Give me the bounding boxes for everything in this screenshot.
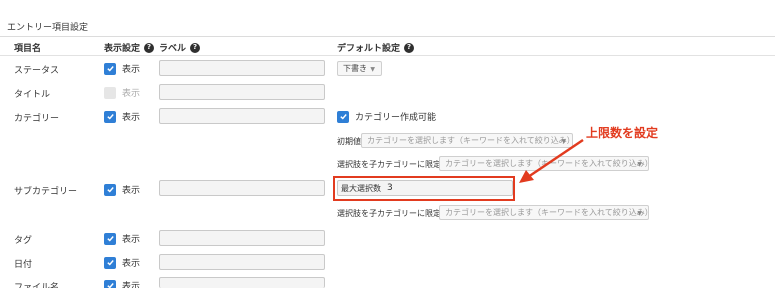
checkbox-checked-icon bbox=[104, 110, 116, 123]
label-input-category[interactable] bbox=[159, 108, 325, 124]
label-input-status[interactable] bbox=[159, 60, 325, 76]
row-label-subcategory: サブカテゴリー bbox=[14, 187, 78, 197]
chevron-down-icon: ▼ bbox=[561, 138, 566, 145]
limit-children-label: 選択肢を子カテゴリーに限定 bbox=[337, 160, 441, 169]
row-label-status: ステータス bbox=[14, 66, 60, 76]
category-create-checkbox[interactable]: カテゴリー作成可能 bbox=[337, 110, 436, 123]
row-label-date: 日付 bbox=[14, 260, 33, 270]
display-checkbox-category[interactable]: 表示 bbox=[104, 110, 140, 123]
limit-children-label: 選択肢を子カテゴリーに限定 bbox=[337, 209, 441, 218]
subcategory-limit-select[interactable]: カテゴリーを選択します（キーワードを入れて絞り込み） ▼ bbox=[439, 205, 649, 220]
display-checkbox-tag[interactable]: 表示 bbox=[104, 232, 140, 245]
category-initial-select[interactable]: カテゴリーを選択します（キーワードを入れて絞り込み） ▼ bbox=[361, 133, 573, 148]
label-input-date[interactable] bbox=[159, 254, 325, 270]
checkbox-label: 表示 bbox=[122, 113, 141, 123]
label-input-subcategory[interactable] bbox=[159, 180, 325, 196]
checkbox-label: 表示 bbox=[122, 235, 141, 245]
checkbox-checked-icon bbox=[104, 256, 116, 269]
display-checkbox-filename[interactable]: 表示 bbox=[104, 279, 140, 288]
annotation-text: 上限数を設定 bbox=[586, 126, 659, 140]
label-input-tag[interactable] bbox=[159, 230, 325, 246]
help-icon[interactable]: ? bbox=[144, 42, 155, 53]
checkbox-label: 表示 bbox=[122, 186, 141, 196]
checkbox-checked-icon bbox=[337, 110, 349, 123]
checkbox-checked-icon bbox=[104, 279, 116, 288]
row-label-filename: ファイル名 bbox=[14, 283, 60, 288]
checkbox-label: 表示 bbox=[122, 65, 141, 75]
divider bbox=[0, 36, 775, 37]
checkbox-disabled-icon bbox=[104, 86, 116, 99]
category-limit-select[interactable]: カテゴリーを選択します（キーワードを入れて絞り込み） ▼ bbox=[439, 156, 649, 171]
checkbox-label: カテゴリー作成可能 bbox=[355, 113, 437, 123]
status-default-select[interactable]: 下書き ▼ bbox=[337, 61, 382, 76]
section-title: エントリー項目設定 bbox=[7, 23, 89, 33]
label-input-title[interactable] bbox=[159, 84, 325, 100]
header-name: 項目名 bbox=[14, 44, 42, 54]
row-label-title: タイトル bbox=[14, 90, 51, 100]
header-display: 表示設定? bbox=[104, 41, 155, 54]
display-checkbox-date[interactable]: 表示 bbox=[104, 256, 140, 269]
label-input-filename[interactable] bbox=[159, 277, 325, 288]
initial-value-label: 初期値 bbox=[337, 137, 361, 146]
checkbox-checked-icon bbox=[104, 183, 116, 196]
display-checkbox-subcategory[interactable]: 表示 bbox=[104, 183, 140, 196]
header-divider bbox=[0, 55, 775, 56]
row-label-category: カテゴリー bbox=[14, 114, 60, 124]
help-icon[interactable]: ? bbox=[190, 42, 201, 53]
checkbox-checked-icon bbox=[104, 232, 116, 245]
header-default: デフォルト設定? bbox=[337, 41, 415, 54]
row-label-tag: タグ bbox=[14, 236, 33, 246]
display-checkbox-status[interactable]: 表示 bbox=[104, 62, 140, 75]
checkbox-label: 表示 bbox=[122, 282, 141, 288]
display-checkbox-title: 表示 bbox=[104, 86, 140, 99]
annotation-highlight-box bbox=[333, 176, 515, 201]
chevron-down-icon: ▼ bbox=[637, 161, 642, 168]
chevron-down-icon: ▼ bbox=[637, 210, 642, 217]
chevron-down-icon: ▼ bbox=[370, 66, 375, 73]
checkbox-label: 表示 bbox=[122, 259, 141, 269]
checkbox-checked-icon bbox=[104, 62, 116, 75]
checkbox-label: 表示 bbox=[122, 89, 141, 99]
header-label: ラベル? bbox=[159, 41, 201, 54]
help-icon[interactable]: ? bbox=[404, 42, 415, 53]
